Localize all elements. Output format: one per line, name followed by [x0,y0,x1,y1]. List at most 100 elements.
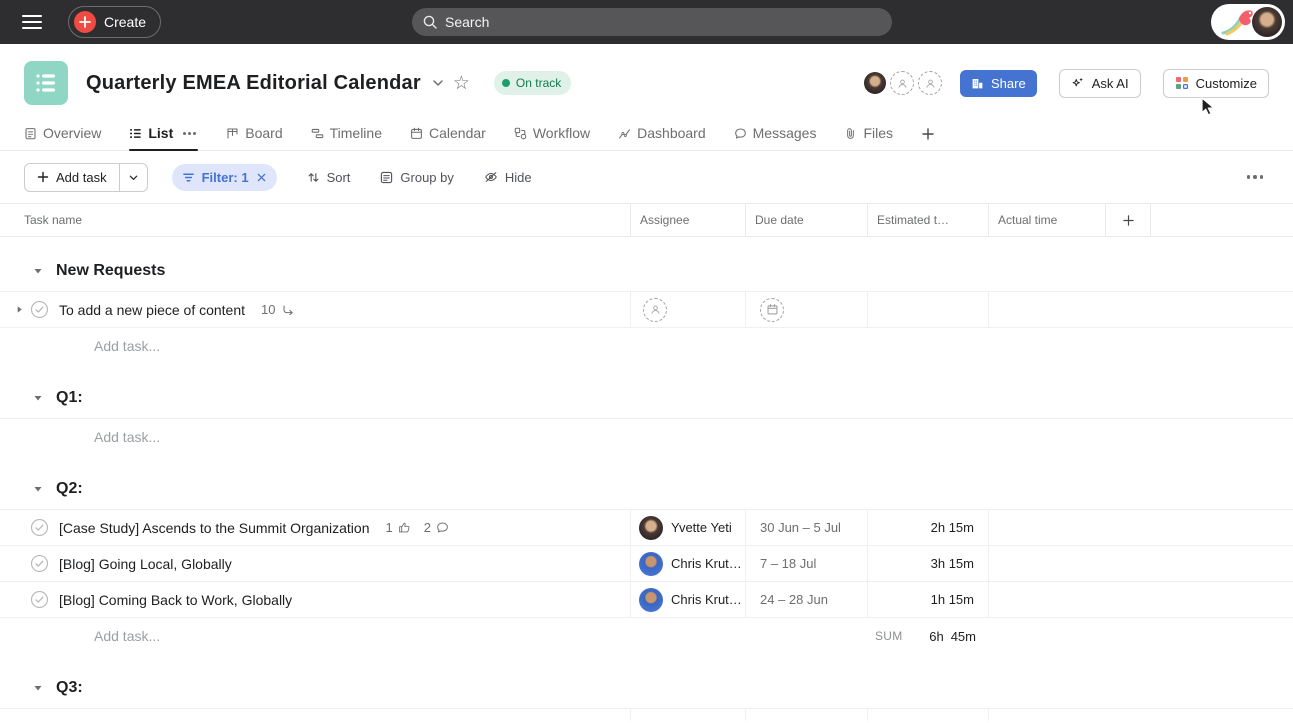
tab-files[interactable]: Files [844,125,893,150]
hide-button[interactable]: Hide [484,170,532,185]
collapse-triangle-icon [33,393,43,403]
thumbs-up-icon[interactable] [398,521,411,534]
tab-list[interactable]: List [129,125,198,150]
filter-chip[interactable]: Filter: 1 [172,164,277,191]
expand-subtasks-icon[interactable] [8,305,30,314]
close-icon[interactable] [256,172,267,183]
column-header-assignee[interactable]: Assignee [630,204,745,236]
global-topbar: Create Search [0,0,1293,44]
section-header[interactable]: New Requests [0,251,1293,291]
more-options-icon[interactable] [1241,169,1270,185]
actual-time-cell[interactable] [988,582,1105,617]
complete-checkbox-icon[interactable] [30,590,49,609]
add-task-row[interactable]: Add task... [0,419,1293,455]
tab-calendar[interactable]: Calendar [410,125,486,150]
sparkles-icon [1071,76,1085,90]
chevron-down-icon[interactable] [431,76,445,90]
tab-board[interactable]: Board [226,125,282,150]
user-menu[interactable] [1211,4,1285,40]
actual-time-cell[interactable] [988,292,1105,327]
add-task-row-label: Add task... [94,628,160,644]
task-name[interactable]: To add a new piece of content [59,302,245,318]
project-list-icon[interactable] [24,61,68,105]
assignee-name[interactable]: Yvette Yeti [671,520,732,535]
assignee-avatar [639,588,663,612]
search-input[interactable]: Search [412,8,892,36]
estimated-time[interactable]: 2h 15m [931,520,974,535]
add-task-row-label: Add task... [94,338,160,354]
column-header-actual-time[interactable]: Actual time [988,204,1105,236]
due-date[interactable]: 24 – 28 Jun [760,592,828,607]
status-dot-icon [502,79,510,87]
tab-workflow[interactable]: Workflow [514,125,590,150]
invite-member-placeholder[interactable] [890,71,914,95]
task-name[interactable]: [Blog] Going Local, Globally [59,556,232,572]
add-column-button[interactable] [1105,204,1150,236]
favorite-star-icon[interactable]: ☆ [453,74,470,93]
tab-dashboard[interactable]: Dashboard [618,125,706,150]
member-avatar[interactable] [864,72,886,94]
complete-checkbox-icon[interactable] [30,300,49,319]
search-placeholder: Search [445,14,489,30]
estimated-time-cell[interactable] [867,292,988,327]
status-badge[interactable]: On track [494,71,571,95]
column-header-task-name[interactable]: Task name [0,204,630,236]
sidebar-toggle-icon[interactable] [22,15,42,29]
due-date-placeholder-icon[interactable] [760,298,784,322]
customize-grid-icon [1175,76,1189,90]
assignee-name[interactable]: Chris Krutz… [671,556,745,571]
due-date[interactable]: 7 – 18 Jul [760,556,816,571]
sum-label: SUM [875,629,903,643]
complete-checkbox-icon[interactable] [30,554,49,573]
customize-button[interactable]: Customize [1163,69,1269,98]
add-task-row-label: Add task... [94,429,160,445]
create-button[interactable]: Create [68,6,161,38]
table-row[interactable]: To add a new piece of content 10 [0,292,1293,328]
estimated-time[interactable]: 3h 15m [931,556,974,571]
add-view-button[interactable] [921,127,935,150]
table-row[interactable]: [Case Study] Ascends to the Summit Organ… [0,510,1293,546]
chevron-down-icon [128,172,139,183]
project-header: Quarterly EMEA Editorial Calendar ☆ On t… [0,44,1293,105]
complete-checkbox-icon[interactable] [30,518,49,537]
tab-label: Board [245,125,282,141]
tab-options-icon[interactable] [181,130,198,137]
task-list: New Requests To add a new piece of conte… [0,251,1293,721]
assignee-placeholder-icon[interactable] [643,298,667,322]
comment-icon[interactable] [436,521,449,534]
tab-timeline[interactable]: Timeline [311,125,382,150]
tab-overview[interactable]: Overview [24,125,101,150]
task-name[interactable]: [Blog] Coming Back to Work, Globally [59,592,292,608]
column-header-estimated-time[interactable]: Estimated t… [867,204,988,236]
tab-label: Timeline [330,125,382,141]
estimated-time[interactable]: 1h 15m [931,592,974,607]
assignee-name[interactable]: Chris Krutz… [671,592,745,607]
invite-member-placeholder[interactable] [918,71,942,95]
actual-time-cell[interactable] [988,546,1105,581]
task-name[interactable]: [Case Study] Ascends to the Summit Organ… [59,520,370,536]
ask-ai-button[interactable]: Ask AI [1059,69,1141,98]
group-by-label: Group by [400,170,453,185]
actual-time-cell[interactable] [988,510,1105,545]
section-header[interactable]: Q3: [0,668,1293,708]
list-toolbar: Add task Filter: 1 Sort Group by Hide [0,151,1293,203]
sort-button[interactable]: Sort [307,170,351,185]
section-header[interactable]: Q1: [0,378,1293,418]
member-avatars [864,71,942,95]
tab-messages[interactable]: Messages [734,125,817,150]
assignee-avatar [639,552,663,576]
table-row[interactable]: [Blog] Coming Back to Work, Globally Chr… [0,582,1293,618]
add-task-row[interactable]: Add task... [0,328,1293,364]
add-task-button[interactable]: Add task [24,163,148,192]
share-button[interactable]: Share [960,70,1037,97]
sum-minutes: 45m [951,629,976,644]
add-task-dropdown[interactable] [119,164,147,191]
table-row[interactable]: [Blog] Going Local, Globally Chris Krutz… [0,546,1293,582]
group-by-button[interactable]: Group by [380,170,453,185]
column-header-due-date[interactable]: Due date [745,204,867,236]
add-task-label: Add task [56,170,107,185]
due-date[interactable]: 30 Jun – 5 Jul [760,520,841,535]
add-task-row[interactable]: Add task... SUM 6h 45m [0,618,1293,654]
tab-label: Overview [43,125,101,141]
section-header[interactable]: Q2: [0,469,1293,509]
